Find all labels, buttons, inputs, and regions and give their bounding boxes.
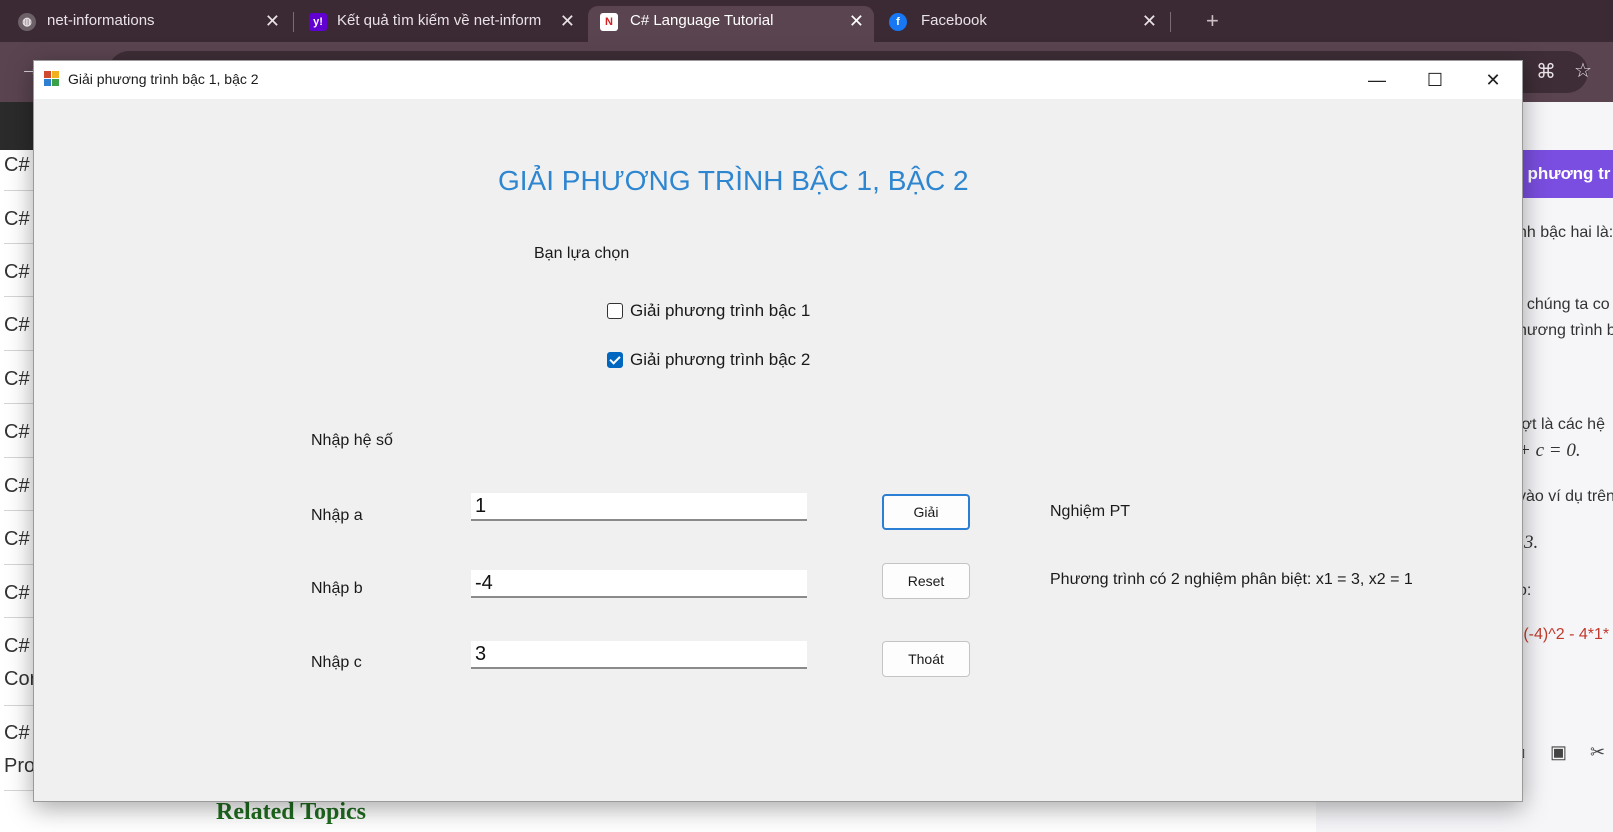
globe-icon: ◍ (18, 13, 36, 31)
tab-facebook[interactable]: f Facebook ✕ (877, 6, 1167, 42)
side-panel-text: nh bậc hai là: (1518, 224, 1613, 241)
close-icon[interactable]: ✕ (1142, 6, 1157, 36)
tab-title: net-informations (47, 12, 155, 29)
app-icon (44, 71, 60, 87)
scissors-icon[interactable]: ✂ (1590, 742, 1605, 763)
maximize-icon[interactable]: ☐ (1406, 61, 1464, 99)
checkbox-unchecked[interactable] (607, 303, 623, 319)
translate-icon[interactable]: ⌘ (1536, 59, 1556, 84)
form-heading: GIẢI PHƯƠNG TRÌNH BẬC 1, BẬC 2 (498, 165, 969, 196)
close-icon[interactable]: ✕ (265, 6, 280, 36)
tab-title: C# Language Tutorial (630, 12, 774, 29)
checkbox-checked[interactable] (607, 352, 623, 368)
pdf-icon[interactable]: ▣ (1550, 742, 1567, 763)
input-b-label: Nhập b (311, 580, 363, 597)
input-a-label: Nhập a (311, 507, 363, 524)
new-tab-button[interactable]: + (1206, 6, 1219, 36)
coefficient-label: Nhập hệ số (311, 432, 393, 449)
tab-title: Facebook (921, 12, 987, 29)
minimize-icon[interactable]: — (1348, 61, 1406, 99)
checkbox-label[interactable]: Giải phương trình bậc 2 (630, 350, 810, 370)
side-panel-math: 3. (1524, 532, 1539, 553)
close-window-icon[interactable]: ✕ (1464, 61, 1522, 99)
reset-button[interactable]: Reset (882, 563, 970, 599)
app-window: Giải phương trình bậc 1, bậc 2 — ☐ ✕ GIẢ… (33, 60, 1523, 802)
input-c-label: Nhập c (311, 654, 362, 671)
tab-separator (1170, 12, 1171, 32)
side-panel-code: {(-4)^2 - 4*1* (1518, 626, 1610, 643)
solve-button[interactable]: Giải (882, 494, 970, 530)
tab-net-informations[interactable]: ◍ net-informations ✕ (0, 6, 290, 42)
yahoo-icon: y! (309, 13, 327, 31)
tab-csharp-tutorial[interactable]: N C# Language Tutorial ✕ (588, 6, 874, 42)
close-icon[interactable]: ✕ (849, 6, 864, 36)
related-topics-heading: Related Topics (216, 799, 367, 825)
input-a-field[interactable] (471, 493, 807, 521)
tab-separator (293, 12, 294, 32)
window-title: Giải phương trình bậc 1, bậc 2 (68, 71, 259, 87)
star-icon[interactable]: ☆ (1574, 58, 1592, 83)
result-label: Nghiệm PT (1050, 503, 1131, 520)
side-panel-text: lợt là các hệ (1518, 416, 1605, 433)
window-titlebar[interactable]: Giải phương trình bậc 1, bậc 2 — ☐ ✕ (34, 61, 1522, 99)
result-text: Phương trình có 2 nghiệm phân biệt: x1 =… (1050, 571, 1413, 588)
checkbox-label[interactable]: Giải phương trình bậc 1 (630, 301, 810, 321)
net-informations-logo-icon: N (600, 13, 618, 31)
exit-button[interactable]: Thoát (882, 641, 970, 677)
tab-yahoo-search[interactable]: y! Kết quả tìm kiếm về net-inform ✕ (297, 6, 585, 42)
tab-title: Kết quả tìm kiếm về net-inform (337, 12, 542, 29)
side-panel-math: + c = 0. (1518, 440, 1581, 461)
side-panel-text: vào ví dụ trên (1518, 488, 1613, 505)
browser-tab-strip: ◍ net-informations ✕ y! Kết quả tìm kiếm… (0, 0, 1613, 42)
close-icon[interactable]: ✕ (560, 6, 575, 36)
input-b-field[interactable] (471, 570, 807, 598)
choice-label: Bạn lựa chọn (534, 245, 630, 262)
side-panel-text: , chúng ta co (1518, 296, 1610, 313)
input-c-field[interactable] (471, 641, 807, 669)
side-panel-text: hương trình b (1518, 322, 1613, 339)
facebook-icon: f (889, 13, 907, 31)
